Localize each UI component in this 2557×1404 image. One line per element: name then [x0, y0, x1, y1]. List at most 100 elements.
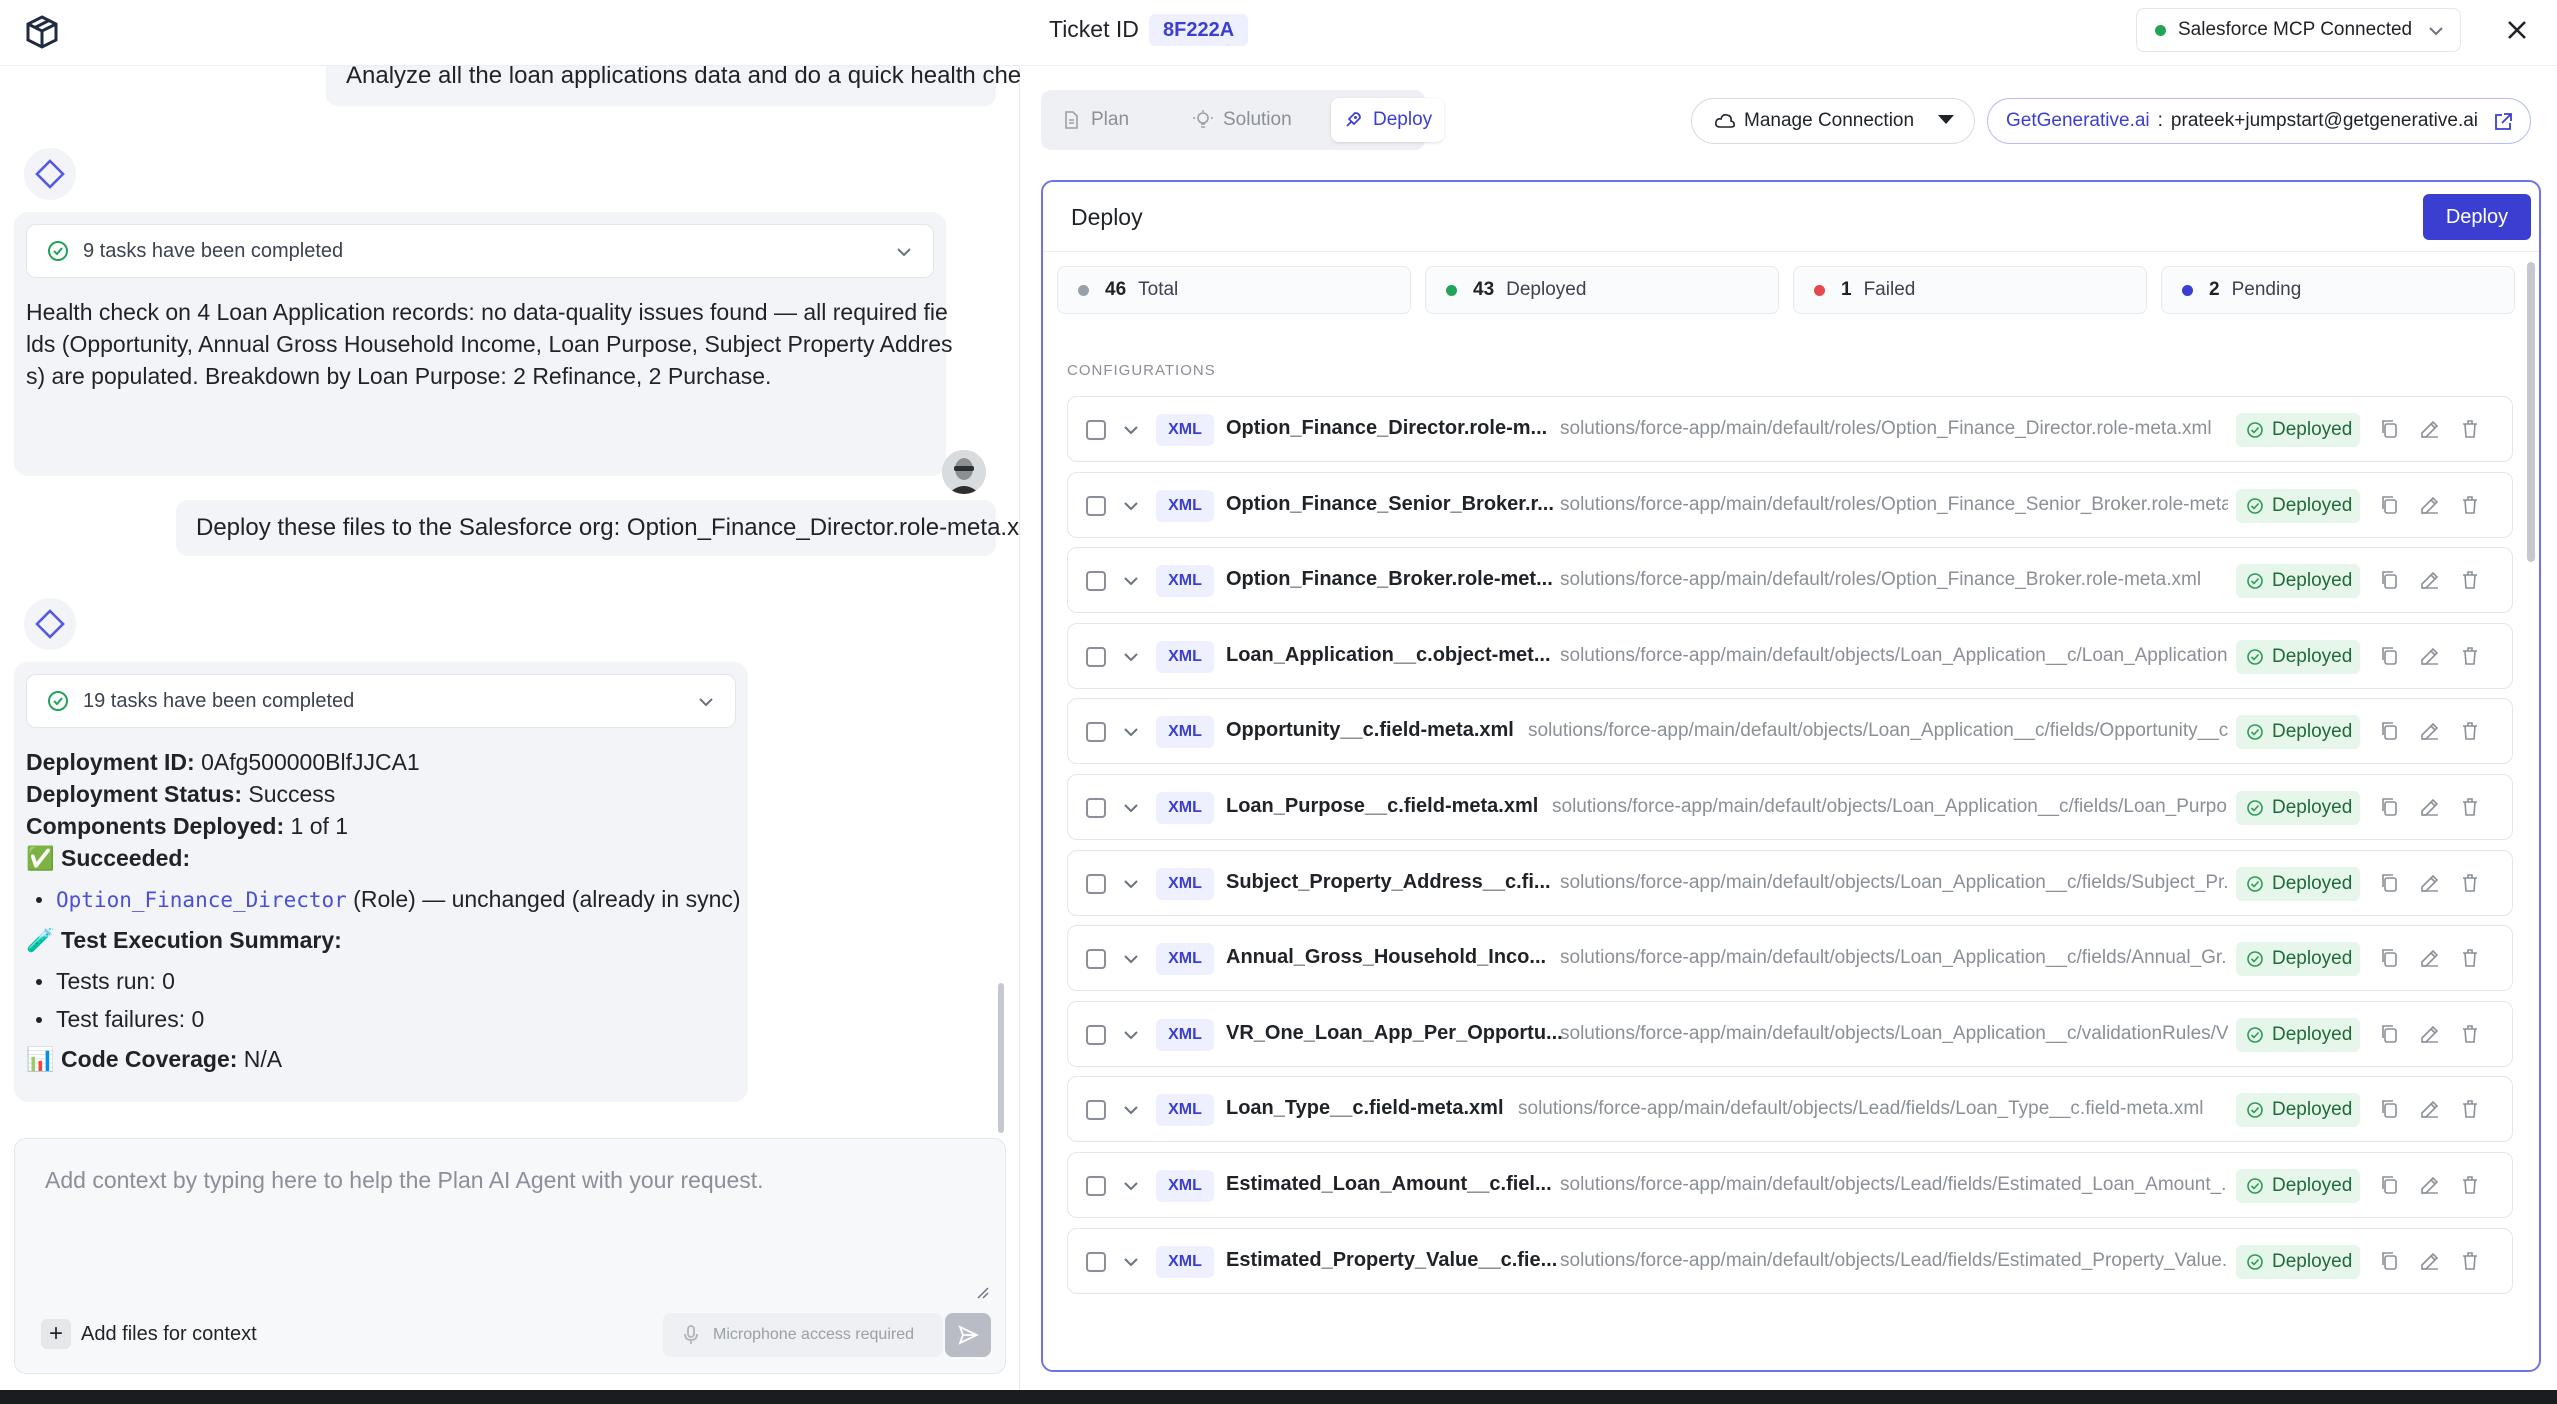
- row-checkbox[interactable]: [1086, 874, 1106, 894]
- configuration-row[interactable]: XML Estimated_Property_Value__c.fie... sol…: [1067, 1228, 2513, 1294]
- edit-icon[interactable]: [2418, 1097, 2442, 1121]
- chevron-down-icon[interactable]: [1120, 419, 1142, 441]
- message-composer[interactable]: Add context by typing here to help the P…: [14, 1138, 1006, 1374]
- chevron-down-icon[interactable]: [1120, 721, 1142, 743]
- chevron-down-icon[interactable]: [1120, 1251, 1142, 1273]
- edit-icon[interactable]: [2418, 568, 2442, 592]
- edit-icon[interactable]: [2418, 1173, 2442, 1197]
- configuration-row[interactable]: XML Option_Finance_Director.role-m... solu…: [1067, 396, 2513, 462]
- configuration-row[interactable]: XML Subject_Property_Address__c.fi... solu…: [1067, 850, 2513, 916]
- send-button[interactable]: [945, 1313, 991, 1357]
- edit-icon[interactable]: [2418, 795, 2442, 819]
- tab-deploy[interactable]: Deploy: [1331, 98, 1445, 142]
- chevron-down-icon[interactable]: [1120, 948, 1142, 970]
- copy-icon[interactable]: [2378, 417, 2402, 441]
- row-checkbox[interactable]: [1086, 496, 1106, 516]
- edit-icon[interactable]: [2418, 1249, 2442, 1273]
- copy-icon[interactable]: [2378, 1249, 2402, 1273]
- chevron-down-icon[interactable]: [1120, 1024, 1142, 1046]
- row-checkbox[interactable]: [1086, 1176, 1106, 1196]
- file-type-badge: XML: [1156, 1170, 1214, 1202]
- microphone-button[interactable]: Microphone access required: [663, 1313, 943, 1357]
- copy-icon[interactable]: [2378, 644, 2402, 668]
- trash-icon[interactable]: [2458, 1249, 2482, 1273]
- row-checkbox[interactable]: [1086, 722, 1106, 742]
- manage-connection-dropdown[interactable]: Manage Connection: [1691, 98, 1975, 144]
- external-link-icon[interactable]: [2492, 111, 2514, 133]
- edit-icon[interactable]: [2418, 644, 2442, 668]
- edit-icon[interactable]: [2418, 493, 2442, 517]
- copy-icon[interactable]: [2378, 871, 2402, 895]
- org-connection-pill[interactable]: GetGenerative.ai : prateek+jumpstart@get…: [1987, 98, 2531, 144]
- text-line: s) are populated. Breakdown by Loan Purp…: [26, 363, 772, 389]
- tasks-completed-toggle[interactable]: 19 tasks have been completed: [26, 674, 736, 728]
- ticket-id-badge: 8F222A: [1149, 14, 1249, 46]
- add-files-button[interactable]: + Add files for context: [41, 1319, 257, 1349]
- tab-solution[interactable]: Solution: [1181, 98, 1304, 142]
- composer-placeholder[interactable]: Add context by typing here to help the P…: [45, 1167, 764, 1194]
- copy-icon[interactable]: [2378, 568, 2402, 592]
- chevron-down-icon[interactable]: [1120, 646, 1142, 668]
- edit-icon[interactable]: [2418, 946, 2442, 970]
- row-checkbox[interactable]: [1086, 420, 1106, 440]
- close-icon[interactable]: [2501, 14, 2533, 46]
- trash-icon[interactable]: [2458, 1173, 2482, 1197]
- trash-icon[interactable]: [2458, 568, 2482, 592]
- copy-icon[interactable]: [2378, 1173, 2402, 1197]
- panel-scrollbar[interactable]: [2527, 262, 2535, 562]
- row-checkbox[interactable]: [1086, 647, 1106, 667]
- configuration-row[interactable]: XML Annual_Gross_Household_Inco... solutio…: [1067, 925, 2513, 991]
- trash-icon[interactable]: [2458, 1097, 2482, 1121]
- succeeded-item: Option_Finance_Director (Role) — unchang…: [26, 883, 741, 916]
- row-checkbox[interactable]: [1086, 1252, 1106, 1272]
- trash-icon[interactable]: [2458, 1022, 2482, 1046]
- row-checkbox[interactable]: [1086, 1025, 1106, 1045]
- row-checkbox[interactable]: [1086, 571, 1106, 591]
- trash-icon[interactable]: [2458, 417, 2482, 441]
- user-message-deploy: Deploy these files to the Salesforce org…: [176, 500, 1020, 556]
- chevron-down-icon[interactable]: [1120, 1099, 1142, 1121]
- chevron-down-icon[interactable]: [1120, 797, 1142, 819]
- chat-scrollbar[interactable]: [998, 983, 1004, 1133]
- copy-icon[interactable]: [2378, 719, 2402, 743]
- edit-icon[interactable]: [2418, 417, 2442, 441]
- configuration-row[interactable]: XML Option_Finance_Broker.role-met... solu…: [1067, 547, 2513, 613]
- row-checkbox[interactable]: [1086, 949, 1106, 969]
- trash-icon[interactable]: [2458, 719, 2482, 743]
- trash-icon[interactable]: [2458, 493, 2482, 517]
- configuration-row[interactable]: XML Loan_Type__c.field-meta.xml solutions/…: [1067, 1076, 2513, 1142]
- app-logo-icon[interactable]: [24, 14, 60, 50]
- copy-icon[interactable]: [2378, 493, 2402, 517]
- chevron-down-icon[interactable]: [1120, 873, 1142, 895]
- trash-icon[interactable]: [2458, 644, 2482, 668]
- configuration-row[interactable]: XML Loan_Purpose__c.field-meta.xml solutio…: [1067, 774, 2513, 840]
- edit-icon[interactable]: [2418, 1022, 2442, 1046]
- chevron-down-icon[interactable]: [1120, 1175, 1142, 1197]
- edit-icon[interactable]: [2418, 871, 2442, 895]
- configuration-row[interactable]: XML Estimated_Loan_Amount__c.fiel... solut…: [1067, 1152, 2513, 1218]
- tab-plan[interactable]: Plan: [1049, 98, 1141, 142]
- copy-icon[interactable]: [2378, 1022, 2402, 1046]
- file-path: solutions/force-app/main/default/roles/O…: [1560, 418, 2212, 439]
- configuration-row[interactable]: XML Option_Finance_Senior_Broker.r... solu…: [1067, 472, 2513, 538]
- chevron-down-icon[interactable]: [1120, 495, 1142, 517]
- configuration-row[interactable]: XML Loan_Application__c.object-met... solu…: [1067, 623, 2513, 689]
- row-checkbox[interactable]: [1086, 798, 1106, 818]
- test-summary-label: Test Execution Summary:: [61, 927, 342, 953]
- configuration-row[interactable]: XML VR_One_Loan_App_Per_Opportu... solutio…: [1067, 1001, 2513, 1067]
- trash-icon[interactable]: [2458, 946, 2482, 970]
- copy-icon[interactable]: [2378, 795, 2402, 819]
- trash-icon[interactable]: [2458, 795, 2482, 819]
- edit-icon[interactable]: [2418, 719, 2442, 743]
- chevron-down-icon[interactable]: [1120, 570, 1142, 592]
- resize-handle-icon[interactable]: [975, 1285, 989, 1299]
- copy-icon[interactable]: [2378, 946, 2402, 970]
- trash-icon[interactable]: [2458, 871, 2482, 895]
- file-type-badge: XML: [1156, 641, 1214, 673]
- mcp-connection-dropdown[interactable]: Salesforce MCP Connected: [2136, 8, 2461, 52]
- row-checkbox[interactable]: [1086, 1100, 1106, 1120]
- copy-icon[interactable]: [2378, 1097, 2402, 1121]
- configuration-row[interactable]: XML Opportunity__c.field-meta.xml solution…: [1067, 698, 2513, 764]
- tasks-completed-toggle[interactable]: 9 tasks have been completed: [26, 224, 934, 278]
- deploy-button[interactable]: Deploy: [2423, 194, 2531, 240]
